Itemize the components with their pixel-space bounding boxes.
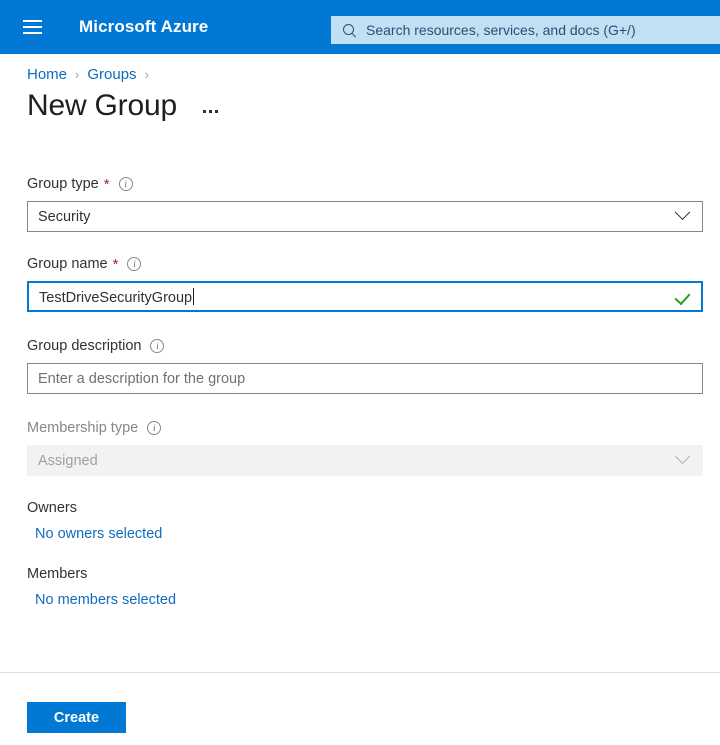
- brand-title[interactable]: Microsoft Azure: [79, 17, 208, 37]
- global-search-input[interactable]: Search resources, services, and docs (G+…: [331, 16, 720, 44]
- info-icon[interactable]: i: [150, 339, 165, 353]
- field-group-name: Group name * i TestDriveSecurityGroup: [27, 254, 703, 312]
- field-owners: Owners No owners selected: [27, 500, 703, 542]
- breadcrumb: Home › Groups ›: [0, 54, 720, 83]
- required-indicator: *: [112, 255, 119, 273]
- group-description-input[interactable]: Enter a description for the group: [27, 363, 703, 394]
- more-options-icon[interactable]: [202, 95, 218, 117]
- page-content: Home › Groups › New Group Group type * i…: [0, 54, 720, 745]
- group-name-text: TestDriveSecurityGroup: [39, 289, 193, 306]
- chevron-down-icon: [674, 204, 691, 221]
- chevron-down-icon: [674, 448, 691, 465]
- new-group-form: Group type * i Security Group name * i T…: [0, 122, 703, 608]
- owners-label: Owners: [27, 500, 77, 516]
- footer-divider: [0, 672, 720, 673]
- field-members: Members No members selected: [27, 566, 703, 608]
- group-description-label-text: Group description: [27, 338, 142, 354]
- members-label: Members: [27, 566, 88, 582]
- hamburger-bar: [22, 32, 42, 34]
- page-title: New Group: [27, 89, 177, 122]
- info-icon[interactable]: i: [147, 421, 162, 435]
- membership-type-label-text: Membership type: [27, 420, 139, 436]
- global-header: Microsoft Azure Search resources, servic…: [0, 0, 720, 54]
- group-type-dropdown[interactable]: Security: [27, 201, 703, 232]
- group-name-label: Group name * i: [27, 254, 703, 274]
- checkmark-icon: [675, 289, 691, 305]
- field-membership-type: Membership type i Assigned: [27, 418, 703, 476]
- info-icon[interactable]: i: [127, 257, 142, 271]
- breadcrumb-separator-icon: ›: [144, 67, 149, 82]
- membership-type-value: Assigned: [38, 452, 98, 469]
- breadcrumb-item-groups[interactable]: Groups: [87, 66, 136, 83]
- hamburger-bar: [22, 20, 42, 22]
- group-name-value: TestDriveSecurityGroup: [39, 287, 675, 306]
- info-icon[interactable]: i: [118, 177, 133, 191]
- create-button[interactable]: Create: [27, 702, 126, 733]
- field-group-type: Group type * i Security: [27, 174, 703, 232]
- membership-type-label: Membership type i: [27, 418, 703, 438]
- breadcrumb-separator-icon: ›: [75, 67, 80, 82]
- ellipsis-dot: [202, 110, 206, 113]
- page-title-row: New Group: [0, 78, 720, 122]
- ellipsis-dot: [214, 110, 218, 113]
- group-description-label: Group description i: [27, 336, 703, 356]
- global-search-placeholder: Search resources, services, and docs (G+…: [366, 22, 636, 38]
- membership-type-dropdown: Assigned: [27, 445, 703, 476]
- search-icon: [342, 23, 357, 38]
- group-type-label-text: Group type: [27, 176, 99, 192]
- owners-select-link[interactable]: No owners selected: [27, 526, 703, 542]
- members-select-link[interactable]: No members selected: [27, 592, 703, 608]
- required-indicator: *: [103, 175, 110, 193]
- group-type-label: Group type * i: [27, 174, 703, 194]
- hamburger-bar: [22, 26, 42, 28]
- hamburger-menu-icon[interactable]: [12, 7, 52, 47]
- group-type-value: Security: [38, 208, 91, 225]
- text-cursor: [193, 287, 195, 305]
- group-name-label-text: Group name: [27, 256, 108, 272]
- group-name-input[interactable]: TestDriveSecurityGroup: [27, 281, 703, 312]
- breadcrumb-item-home[interactable]: Home: [27, 66, 67, 83]
- ellipsis-dot: [208, 110, 212, 113]
- field-group-description: Group description i Enter a description …: [27, 336, 703, 394]
- group-description-placeholder: Enter a description for the group: [38, 370, 246, 387]
